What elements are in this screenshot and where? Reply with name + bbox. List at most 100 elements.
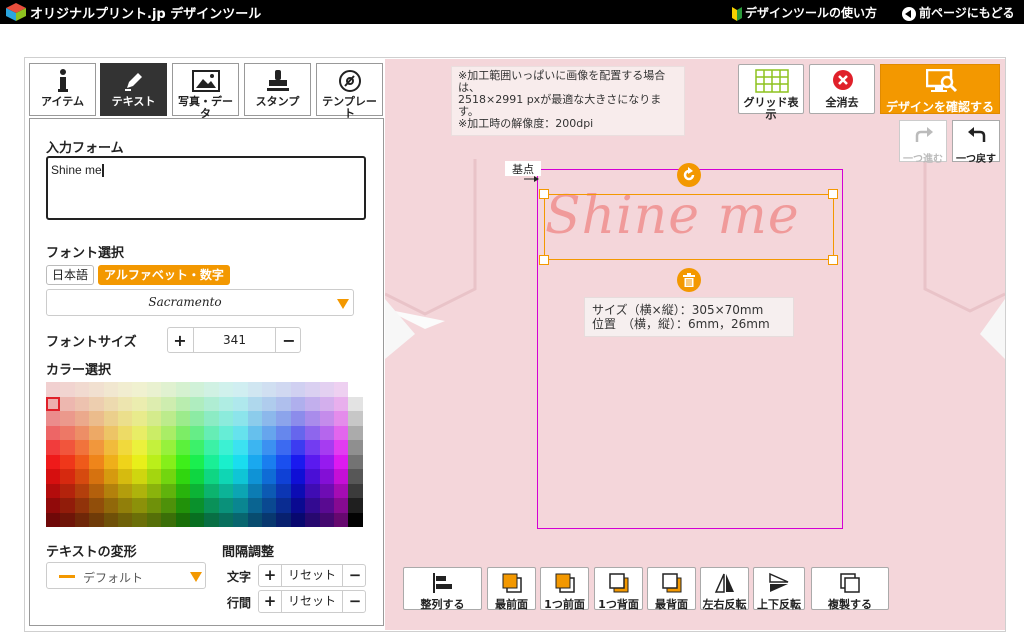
redo-button[interactable]: 一つ進む <box>899 120 947 165</box>
color-swatch[interactable] <box>161 440 176 455</box>
color-swatch[interactable] <box>46 469 61 484</box>
color-swatch[interactable] <box>89 425 104 440</box>
color-swatch[interactable] <box>89 498 104 513</box>
color-swatch[interactable] <box>190 469 205 484</box>
color-swatch[interactable] <box>190 396 205 411</box>
color-swatch[interactable] <box>247 512 262 527</box>
color-swatch[interactable] <box>348 411 363 426</box>
color-swatch[interactable] <box>175 469 190 484</box>
undo-button[interactable]: 一つ戻す <box>952 120 1000 165</box>
color-swatch[interactable] <box>247 454 262 469</box>
font-dropdown[interactable]: Sacramento <box>46 289 354 316</box>
color-swatch[interactable] <box>276 512 291 527</box>
color-swatch[interactable] <box>290 483 306 498</box>
color-palette[interactable] <box>46 382 363 527</box>
color-swatch[interactable] <box>218 483 234 498</box>
color-swatch[interactable] <box>60 498 75 513</box>
color-swatch[interactable] <box>348 382 363 397</box>
color-swatch[interactable] <box>118 382 133 397</box>
color-swatch[interactable] <box>305 498 320 513</box>
color-swatch[interactable] <box>305 469 320 484</box>
color-swatch[interactable] <box>74 411 90 426</box>
color-swatch[interactable] <box>118 498 133 513</box>
color-swatch[interactable] <box>247 382 262 397</box>
color-swatch[interactable] <box>276 382 291 397</box>
color-swatch[interactable] <box>334 498 349 513</box>
color-swatch[interactable] <box>118 469 133 484</box>
help-link[interactable]: デザインツールの使い方 <box>732 4 877 21</box>
color-swatch[interactable] <box>204 396 219 411</box>
color-swatch[interactable] <box>319 382 334 397</box>
color-swatch[interactable] <box>348 483 363 498</box>
color-swatch[interactable] <box>146 440 162 455</box>
color-swatch[interactable] <box>190 498 205 513</box>
color-swatch[interactable] <box>146 454 162 469</box>
color-swatch[interactable] <box>89 411 104 426</box>
char-spacing-decrease-button[interactable]: − <box>344 565 366 586</box>
color-swatch[interactable] <box>74 512 90 527</box>
color-swatch[interactable] <box>334 469 349 484</box>
resize-handle-bottom-left[interactable] <box>539 255 549 265</box>
color-swatch[interactable] <box>262 425 277 440</box>
color-swatch[interactable] <box>175 396 190 411</box>
color-swatch[interactable] <box>132 396 147 411</box>
color-swatch[interactable] <box>175 440 190 455</box>
text-transform-dropdown[interactable]: デフォルト <box>46 562 206 589</box>
color-swatch[interactable] <box>305 483 320 498</box>
font-tab-alphabet[interactable]: アルファベット・数字 <box>98 265 230 285</box>
flip-horizontal-button[interactable]: 左右反転 <box>700 567 749 611</box>
color-swatch[interactable] <box>175 425 190 440</box>
color-swatch[interactable] <box>132 440 147 455</box>
color-swatch[interactable] <box>204 469 219 484</box>
color-swatch[interactable] <box>247 469 262 484</box>
color-swatch[interactable] <box>118 440 133 455</box>
color-swatch[interactable] <box>161 498 176 513</box>
grid-toggle-button[interactable]: グリッド表示 <box>738 64 804 121</box>
color-swatch[interactable] <box>276 396 291 411</box>
color-swatch[interactable] <box>204 498 219 513</box>
color-swatch[interactable] <box>132 382 147 397</box>
color-swatch[interactable] <box>118 411 133 426</box>
color-swatch[interactable] <box>132 454 147 469</box>
tab-text[interactable]: テキスト <box>100 63 167 116</box>
color-swatch[interactable] <box>46 382 61 397</box>
color-swatch[interactable] <box>276 469 291 484</box>
color-swatch[interactable] <box>290 469 306 484</box>
color-swatch[interactable] <box>103 425 118 440</box>
color-swatch[interactable] <box>319 411 334 426</box>
color-swatch[interactable] <box>60 483 75 498</box>
color-swatch[interactable] <box>60 411 75 426</box>
color-swatch[interactable] <box>233 440 248 455</box>
tab-photo[interactable]: 写真・データ <box>172 63 239 120</box>
line-spacing-increase-button[interactable]: + <box>259 591 281 612</box>
color-swatch[interactable] <box>334 512 349 527</box>
color-swatch[interactable] <box>262 454 277 469</box>
color-swatch[interactable] <box>233 483 248 498</box>
color-swatch[interactable] <box>60 382 75 397</box>
color-swatch[interactable] <box>161 469 176 484</box>
color-swatch[interactable] <box>161 512 176 527</box>
color-swatch[interactable] <box>247 483 262 498</box>
color-swatch[interactable] <box>46 483 61 498</box>
color-swatch[interactable] <box>146 498 162 513</box>
color-swatch[interactable] <box>276 498 291 513</box>
color-swatch[interactable] <box>103 411 118 426</box>
font-size-value[interactable]: 341 <box>193 328 276 352</box>
color-swatch[interactable] <box>305 454 320 469</box>
color-swatch[interactable] <box>190 483 205 498</box>
color-swatch[interactable] <box>74 396 90 411</box>
color-swatch[interactable] <box>118 512 133 527</box>
color-swatch[interactable] <box>348 425 363 440</box>
color-swatch[interactable] <box>89 512 104 527</box>
color-swatch[interactable] <box>204 454 219 469</box>
color-swatch[interactable] <box>276 411 291 426</box>
color-swatch[interactable] <box>204 512 219 527</box>
send-backward-button[interactable]: 1つ背面 <box>594 567 643 611</box>
color-swatch[interactable] <box>60 425 75 440</box>
delete-button[interactable] <box>677 268 701 292</box>
color-swatch[interactable] <box>46 425 61 440</box>
color-swatch[interactable] <box>132 469 147 484</box>
color-swatch[interactable] <box>218 512 234 527</box>
rotate-button[interactable] <box>677 163 701 187</box>
color-swatch[interactable] <box>190 440 205 455</box>
